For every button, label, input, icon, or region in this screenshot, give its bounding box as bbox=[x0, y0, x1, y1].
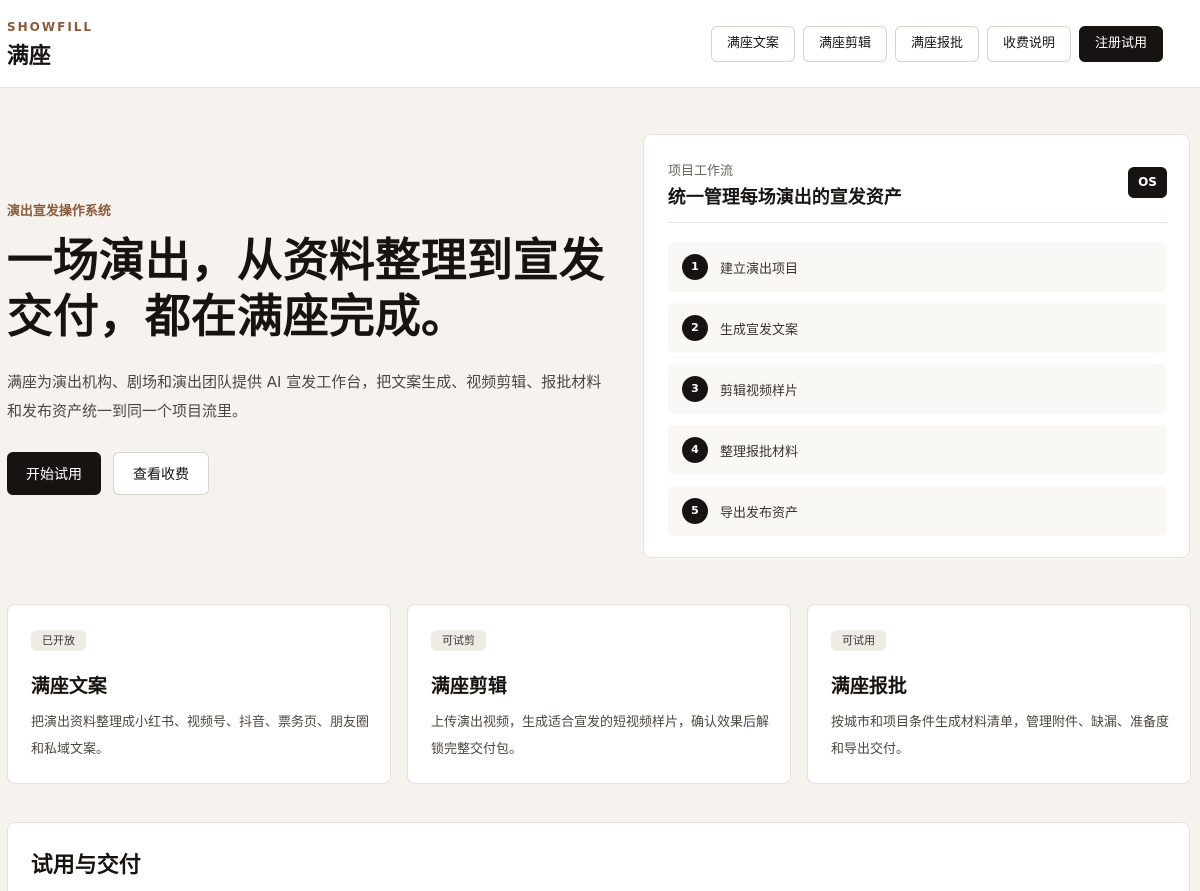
card-description: 上传演出视频，生成适合宣发的短视频样片，确认效果后解锁完整交付包。 bbox=[431, 715, 770, 757]
step-number: 2 bbox=[682, 315, 708, 341]
workflow-title: 统一管理每场演出的宣发资产 bbox=[668, 187, 902, 208]
workflow-step[interactable]: 3 剪辑视频样片 bbox=[668, 364, 1167, 414]
hero-description-line-1: 满座为演出机构、剧场和演出团队提供 AI 宣发工作台，把文案生成、视频剪辑、报批… bbox=[7, 373, 602, 391]
status-badge: 已开放 bbox=[31, 630, 86, 651]
nav-pricing-button[interactable]: 收费说明 bbox=[986, 26, 1071, 62]
status-badge: 可试剪 bbox=[431, 630, 486, 651]
start-trial-button[interactable]: 开始试用 bbox=[7, 452, 101, 495]
step-number: 3 bbox=[682, 376, 708, 402]
nav-editing-button[interactable]: 满座剪辑 bbox=[802, 26, 887, 62]
card-title: 满座文案 bbox=[31, 675, 108, 697]
feature-card-approval[interactable]: 可试用 满座报批 按城市和项目条件生成材料清单，管理附件、缺漏、准备度和导出交付… bbox=[807, 604, 1191, 784]
workflow-step[interactable]: 5 导出发布资产 bbox=[668, 486, 1167, 536]
hero-title-line-1: 一场演出，从资料整理到宣发 bbox=[7, 233, 605, 287]
step-label: 生成宣发文案 bbox=[720, 322, 799, 338]
status-badge: 可试用 bbox=[831, 630, 886, 651]
hero-description-line-2: 和发布资产统一到同一个项目流里。 bbox=[7, 402, 248, 420]
workflow-step[interactable]: 4 整理报批材料 bbox=[668, 425, 1167, 475]
hero-title: 一场演出，从资料整理到宣发 交付，都在满座完成。 bbox=[7, 232, 627, 344]
hero-description: 满座为演出机构、剧场和演出团队提供 AI 宣发工作台，把文案生成、视频剪辑、报批… bbox=[7, 368, 617, 426]
step-label: 建立演出项目 bbox=[720, 261, 799, 277]
nav-approval-button[interactable]: 满座报批 bbox=[894, 26, 979, 62]
feature-card-copywriting[interactable]: 已开放 满座文案 把演出资料整理成小红书、视频号、抖音、票务页、朋友圈和私域文案… bbox=[7, 604, 391, 784]
workflow-step[interactable]: 2 生成宣发文案 bbox=[668, 303, 1167, 353]
step-number: 5 bbox=[682, 498, 708, 524]
os-badge: OS bbox=[1128, 167, 1167, 198]
step-label: 整理报批材料 bbox=[720, 444, 799, 460]
hero-title-line-2: 交付，都在满座完成。 bbox=[7, 289, 467, 343]
step-number: 4 bbox=[682, 437, 708, 463]
brand-eyebrow: SHOWFILL bbox=[7, 20, 94, 34]
hero-actions: 开始试用 查看收费 bbox=[7, 452, 209, 495]
nav-signup-button[interactable]: 注册试用 bbox=[1078, 26, 1163, 62]
workflow-step[interactable]: 1 建立演出项目 bbox=[668, 242, 1167, 292]
site-header: SHOWFILL 满座 满座文案 满座剪辑 满座报批 收费说明 注册试用 bbox=[0, 0, 1200, 88]
nav-copywriting-button[interactable]: 满座文案 bbox=[710, 26, 795, 62]
feature-card-editing[interactable]: 可试剪 满座剪辑 上传演出视频，生成适合宣发的短视频样片，确认效果后解锁完整交付… bbox=[407, 604, 791, 784]
card-title: 满座剪辑 bbox=[431, 675, 508, 697]
card-description: 按城市和项目条件生成材料清单，管理附件、缺漏、准备度和导出交付。 bbox=[831, 715, 1170, 757]
workflow-panel: 项目工作流 统一管理每场演出的宣发资产 OS 1 建立演出项目 2 生成宣发文案… bbox=[643, 134, 1190, 558]
view-pricing-button[interactable]: 查看收费 bbox=[113, 452, 209, 495]
card-description: 把演出资料整理成小红书、视频号、抖音、票务页、朋友圈和私域文案。 bbox=[31, 715, 370, 757]
step-number: 1 bbox=[682, 254, 708, 280]
workflow-kicker: 项目工作流 bbox=[668, 164, 734, 179]
top-nav: 满座文案 满座剪辑 满座报批 收费说明 注册试用 bbox=[710, 26, 1163, 62]
workflow-divider bbox=[668, 222, 1167, 223]
card-title: 满座报批 bbox=[831, 675, 908, 697]
brand-name[interactable]: 满座 bbox=[7, 38, 51, 70]
section-title: 试用与交付 bbox=[31, 853, 142, 878]
step-label: 导出发布资产 bbox=[720, 505, 799, 521]
workflow-steps: 1 建立演出项目 2 生成宣发文案 3 剪辑视频样片 4 整理报批材料 5 导出… bbox=[668, 242, 1167, 536]
trial-delivery-section: 试用与交付 bbox=[7, 822, 1190, 891]
step-label: 剪辑视频样片 bbox=[720, 383, 799, 399]
hero-eyebrow: 演出宣发操作系统 bbox=[7, 204, 112, 219]
